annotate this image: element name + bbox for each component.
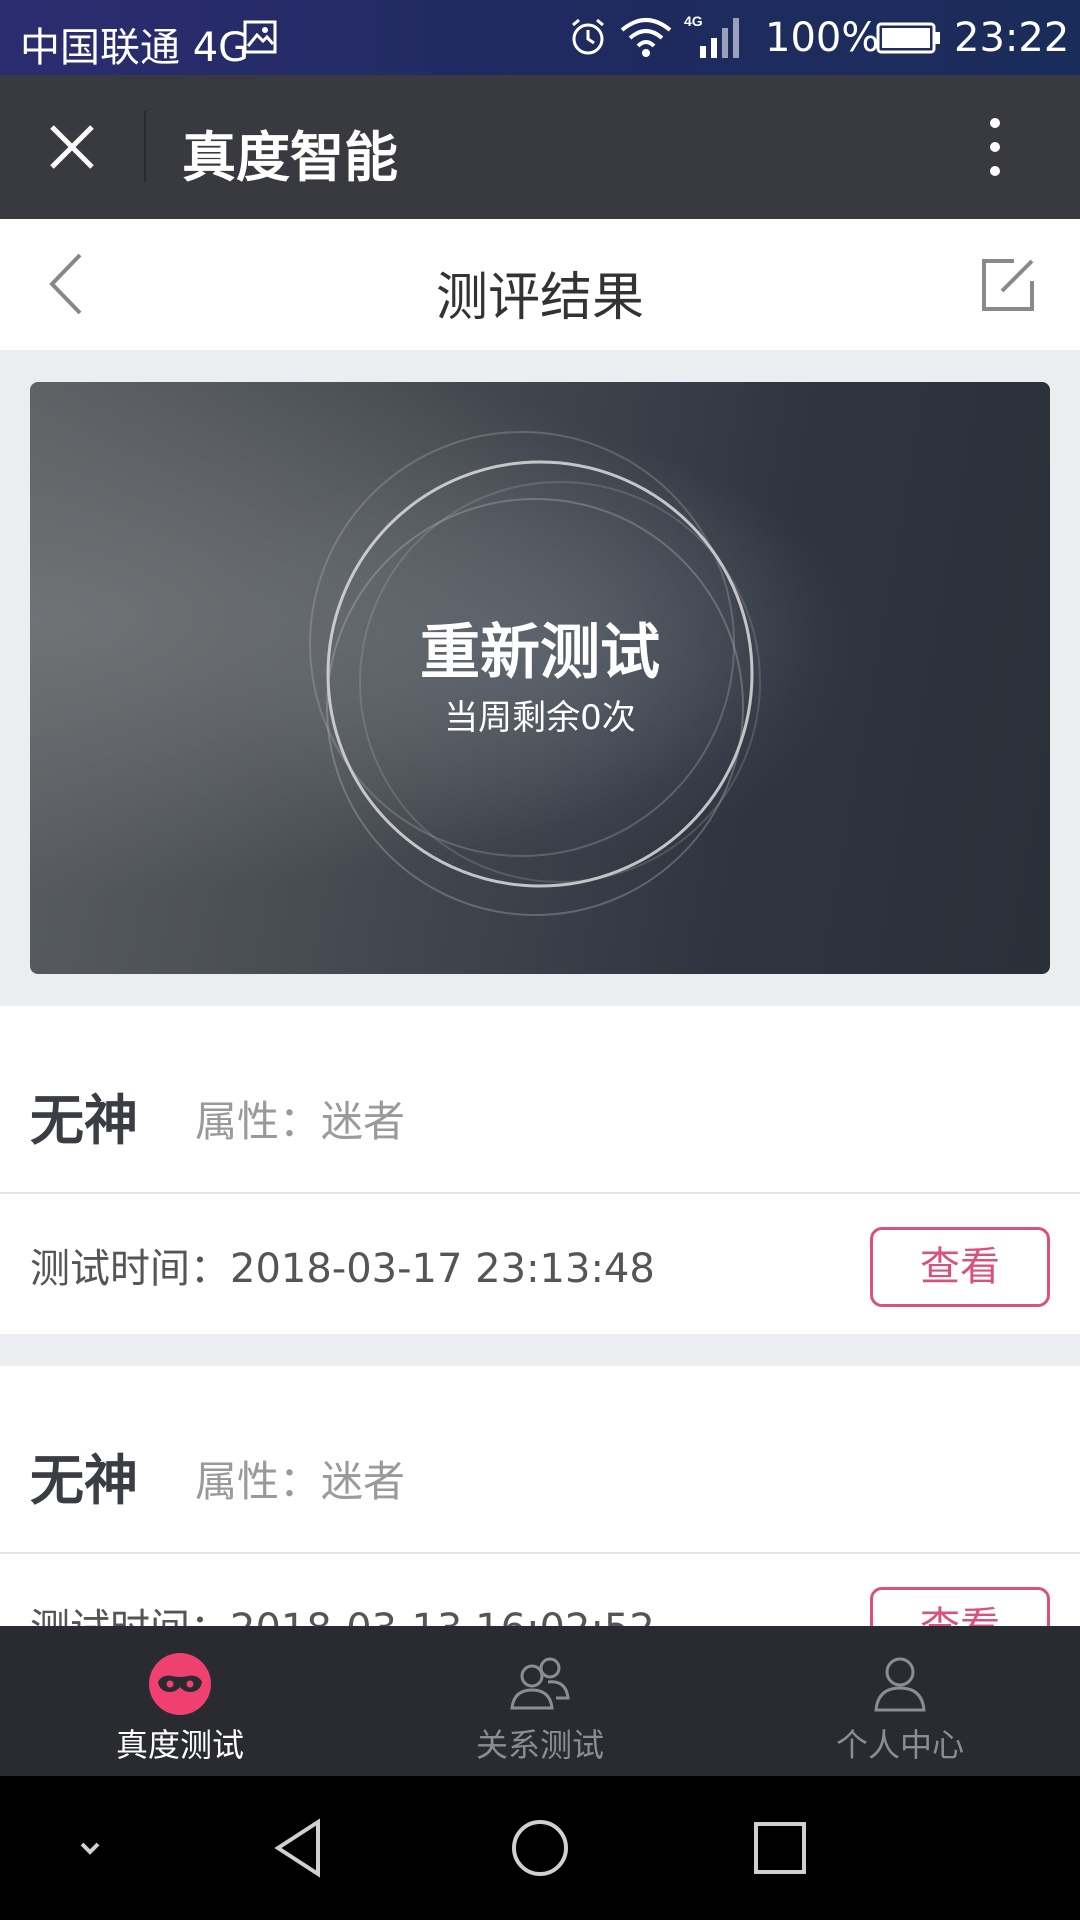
tab-personal-center[interactable]: 个人中心 [720, 1626, 1080, 1776]
retest-title[interactable]: 重新测试 [30, 604, 1050, 691]
tab-relationship-test[interactable]: 关系测试 [360, 1626, 720, 1776]
wechat-title: 真度智能 [182, 126, 398, 189]
carrier-label: 中国联通 4G [20, 25, 250, 71]
retest-banner[interactable]: 重新测试 当周剩余0次 [30, 382, 1050, 974]
home-nav-icon[interactable] [504, 1812, 576, 1884]
result-name: 无神 [30, 1449, 138, 1512]
test-time: 测试时间：2018-03-17 23:13:48 [30, 1246, 655, 1292]
close-icon[interactable] [44, 119, 100, 175]
wifi-icon [620, 18, 672, 57]
back-nav-icon[interactable] [264, 1812, 336, 1884]
users-icon [510, 1657, 570, 1710]
result-card-head: 无神 属性：迷者 [0, 1366, 1080, 1554]
title-divider [144, 111, 146, 183]
result-attribute: 属性：迷者 [195, 1457, 406, 1506]
status-bar: 中国联通 4G 4G 100% 23:22 [0, 0, 1080, 75]
bottom-tab-bar: 真度测试 关系测试 个人中心 [0, 1626, 1080, 1776]
page-title: 测评结果 [435, 268, 644, 328]
result-attribute: 属性：迷者 [195, 1097, 406, 1146]
wechat-title-bar: 真度智能 [0, 75, 1080, 219]
user-icon [874, 1657, 926, 1712]
chevron-down-icon[interactable] [54, 1812, 126, 1884]
view-button[interactable]: 查看 [870, 1227, 1050, 1307]
tab-label: 真度测试 [115, 1726, 244, 1764]
tab-label: 关系测试 [475, 1726, 604, 1764]
remaining-count: 当周剩余0次 [444, 698, 636, 738]
recents-nav-icon[interactable] [744, 1812, 816, 1884]
mask-icon [149, 1653, 211, 1715]
result-card: 无神 属性：迷者 测试时间：2018-03-17 23:13:48 查看 [0, 1006, 1080, 1334]
tab-depth-test[interactable]: 真度测试 [0, 1626, 360, 1776]
system-nav-bar [0, 1776, 1080, 1920]
image-notification-icon [243, 20, 277, 54]
result-name: 无神 [30, 1089, 138, 1152]
alarm-icon [572, 18, 604, 55]
battery-icon [876, 22, 940, 54]
more-vertical-icon[interactable] [980, 115, 1010, 179]
clock: 23:22 [954, 15, 1070, 61]
edit-icon[interactable] [978, 255, 1038, 315]
network-badge: 4G [684, 13, 703, 29]
tab-label: 个人中心 [835, 1726, 964, 1764]
battery-percent: 100% [765, 15, 880, 61]
result-card-head: 无神 属性：迷者 [0, 1006, 1080, 1194]
signal-icon: 4G [684, 13, 739, 58]
page-header: 测评结果 [0, 219, 1080, 350]
